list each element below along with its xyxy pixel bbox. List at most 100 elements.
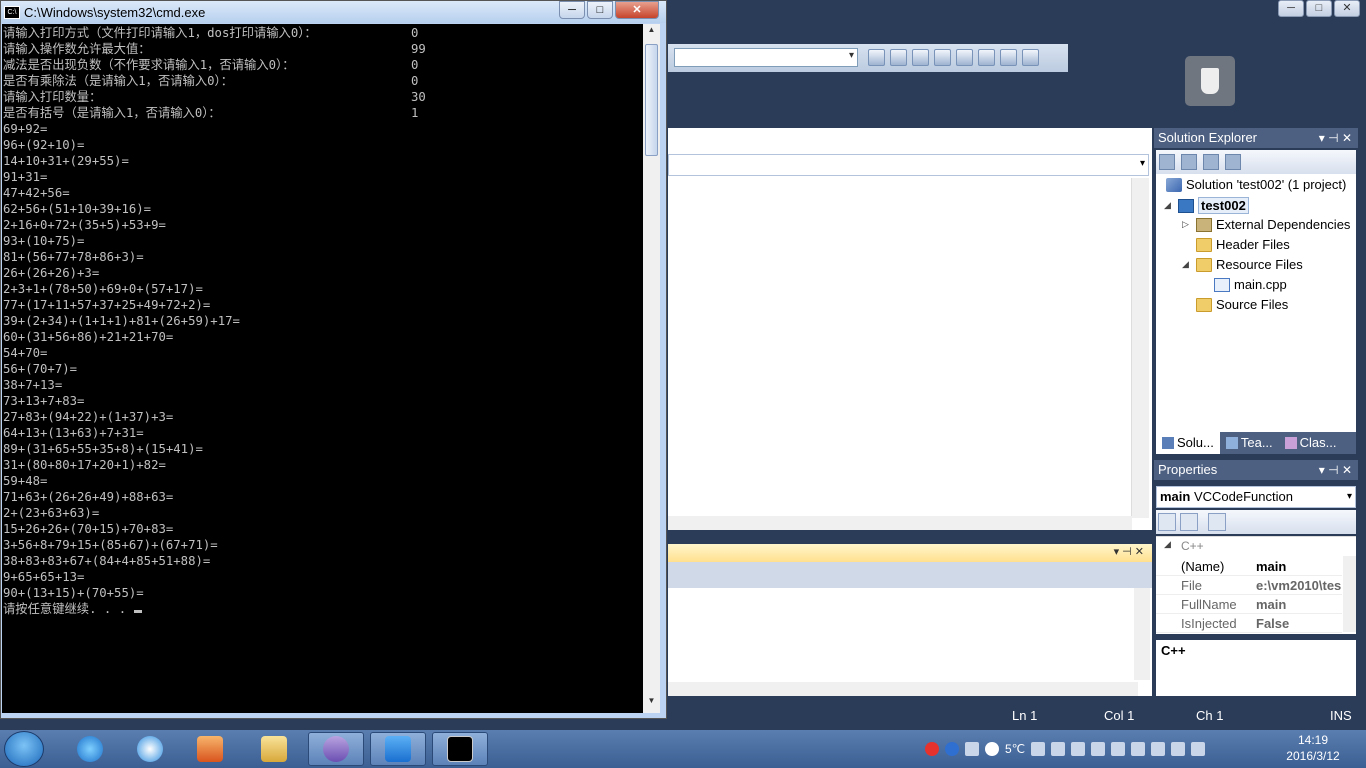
property-pages-icon[interactable] xyxy=(1208,513,1226,531)
solution-explorer-tabs: Solu... Tea... Clas... xyxy=(1156,432,1356,454)
keyboard-icon[interactable] xyxy=(965,742,979,756)
property-row[interactable]: IsInjected False xyxy=(1156,614,1342,633)
console-expression-line: 89+(31+65+55+35+8)+(15+41)= xyxy=(3,442,203,456)
tree-item[interactable]: Header Files xyxy=(1182,237,1290,252)
tab-class-view[interactable]: Clas... xyxy=(1279,432,1343,454)
categorized-icon[interactable] xyxy=(1158,513,1176,531)
navigation-bar-combo[interactable] xyxy=(668,154,1149,176)
alphabetical-icon[interactable] xyxy=(1180,513,1198,531)
command-window-icon[interactable] xyxy=(1022,49,1039,66)
property-row[interactable]: FullName main xyxy=(1156,595,1342,614)
scroll-down-arrow-icon[interactable]: ▼ xyxy=(645,696,658,711)
tree-project[interactable]: ◢ test002 xyxy=(1164,197,1249,214)
tab-solution-explorer[interactable]: Solu... xyxy=(1156,432,1220,454)
properties-scrollbar[interactable] xyxy=(1343,556,1356,632)
output-panel-controls[interactable]: ▾ ⊣ ✕ xyxy=(1114,545,1144,558)
cmd-task[interactable] xyxy=(432,732,488,766)
vs-close-button[interactable]: ✕ xyxy=(1334,0,1360,17)
vs-title-bar: ─ □ ✕ xyxy=(660,0,1366,22)
tab-team-explorer[interactable]: Tea... xyxy=(1220,432,1279,454)
tray-app-icon[interactable] xyxy=(1151,742,1166,756)
object-browser-icon[interactable] xyxy=(912,49,929,66)
solution-icon xyxy=(1166,177,1182,192)
tree-solution[interactable]: Solution 'test002' (1 project) xyxy=(1166,177,1346,192)
tree-item[interactable]: Source Files xyxy=(1182,297,1288,312)
help-icon[interactable] xyxy=(945,742,959,756)
project-label: test002 xyxy=(1198,197,1249,214)
windows-start-icon[interactable] xyxy=(4,731,44,767)
cmd-minimize-button[interactable]: ─ xyxy=(559,1,585,19)
visual-studio-task[interactable] xyxy=(308,732,364,766)
cmd-window[interactable]: C:\ C:\Windows\system32\cmd.exe ─ □ ✕ 请输… xyxy=(0,0,667,719)
view-code-icon[interactable] xyxy=(1203,154,1219,170)
properties-object-combo[interactable]: main VCCodeFunction xyxy=(1156,486,1356,508)
output-panel-header: ▾ ⊣ ✕ xyxy=(668,544,1152,562)
tray-app-icon[interactable] xyxy=(1091,742,1106,756)
class-diagram-icon[interactable] xyxy=(1225,154,1241,170)
console-output[interactable]: 请输入打印方式（文件打印请输入1，dos打印请输入0）： 0 请输入操作数允许最大值… xyxy=(2,24,643,713)
media-player-icon[interactable] xyxy=(182,732,238,766)
tray-app-icon[interactable] xyxy=(1051,742,1066,756)
dependencies-icon xyxy=(1196,217,1212,232)
internet-explorer-icon[interactable] xyxy=(62,732,118,766)
show-all-files-icon[interactable] xyxy=(1159,154,1175,170)
taskbar: 5℃ 14:19 2016/3/12 xyxy=(0,730,1366,768)
cmd-maximize-button[interactable]: □ xyxy=(587,1,613,19)
property-value[interactable]: e:\vm2010\tes xyxy=(1256,578,1342,593)
volume-icon[interactable] xyxy=(1191,742,1206,756)
usb-drive-icon[interactable] xyxy=(1185,56,1235,106)
tray-app-icon[interactable] xyxy=(1111,742,1126,756)
extension-icon[interactable] xyxy=(1000,49,1017,66)
weather-sun-icon[interactable] xyxy=(985,742,999,756)
clock[interactable]: 14:19 2016/3/12 xyxy=(1278,732,1348,764)
solution-explorer-toolbar xyxy=(1156,150,1356,174)
find-icon[interactable] xyxy=(868,49,885,66)
property-value[interactable]: False xyxy=(1256,616,1342,631)
property-row[interactable]: File e:\vm2010\tes xyxy=(1156,576,1342,595)
property-value[interactable]: main xyxy=(1256,597,1342,612)
output-horizontal-scrollbar[interactable] xyxy=(668,682,1138,696)
setting-label: 是否有乘除法（是请输入1，否请输入0）： xyxy=(3,74,234,88)
cmd-vertical-scrollbar[interactable]: ▲ ▼ xyxy=(643,24,660,713)
scroll-up-arrow-icon[interactable]: ▲ xyxy=(645,25,658,40)
property-row[interactable]: (Name) main xyxy=(1156,557,1342,576)
expand-arrow-icon[interactable]: ◢ xyxy=(1182,259,1192,270)
tools-icon[interactable] xyxy=(956,49,973,66)
solution-explorer-title: Solution Explorer ▾ ⊣ ✕ xyxy=(1154,128,1358,148)
solution-config-combo[interactable] xyxy=(674,48,858,67)
vs-maximize-button[interactable]: □ xyxy=(1306,0,1332,17)
tree-item[interactable]: ▷ External Dependencies xyxy=(1182,217,1350,232)
property-value[interactable]: main xyxy=(1256,559,1342,574)
console-expression-line: 56+(70+7)= xyxy=(3,362,78,376)
refresh-icon[interactable] xyxy=(1181,154,1197,170)
editor-horizontal-scrollbar[interactable] xyxy=(668,516,1132,530)
tree-item[interactable]: ◢ Resource Files xyxy=(1182,257,1303,272)
property-name: FullName xyxy=(1181,597,1237,612)
vs-minimize-button[interactable]: ─ xyxy=(1278,0,1304,17)
output-vertical-scrollbar[interactable] xyxy=(1134,588,1150,680)
cmd-title-bar[interactable]: C:\ C:\Windows\system32\cmd.exe ─ □ ✕ xyxy=(1,1,666,23)
cmd-close-button[interactable]: ✕ xyxy=(615,1,659,19)
tree-item[interactable]: main.cpp xyxy=(1200,277,1287,292)
editor-vertical-scrollbar[interactable] xyxy=(1131,178,1149,518)
output-panel-body[interactable] xyxy=(668,588,1152,696)
expand-arrow-icon[interactable]: ◢ xyxy=(1164,200,1174,211)
properties-controls[interactable]: ▾ ⊣ ✕ xyxy=(1319,460,1352,480)
solution-explorer-controls[interactable]: ▾ ⊣ ✕ xyxy=(1319,128,1352,148)
start-page-icon[interactable] xyxy=(978,49,995,66)
tray-app-icon[interactable] xyxy=(1031,742,1046,756)
network-icon[interactable] xyxy=(1171,742,1186,756)
editor-area[interactable] xyxy=(668,128,1152,530)
console-expression-line: 60+(31+56+86)+21+21+70= xyxy=(3,330,174,344)
usb-tray-icon[interactable] xyxy=(1071,742,1086,756)
properties-icon[interactable] xyxy=(890,49,907,66)
sogou-input-icon[interactable] xyxy=(925,742,939,756)
wps-task[interactable] xyxy=(370,732,426,766)
setting-value: 0 xyxy=(411,58,419,72)
sogou-browser-icon[interactable] xyxy=(122,732,178,766)
scroll-thumb[interactable] xyxy=(645,44,658,156)
file-explorer-icon[interactable] xyxy=(246,732,302,766)
tray-app-icon[interactable] xyxy=(1131,742,1146,756)
toolbox-icon[interactable] xyxy=(934,49,951,66)
expand-arrow-icon[interactable]: ▷ xyxy=(1182,219,1192,230)
